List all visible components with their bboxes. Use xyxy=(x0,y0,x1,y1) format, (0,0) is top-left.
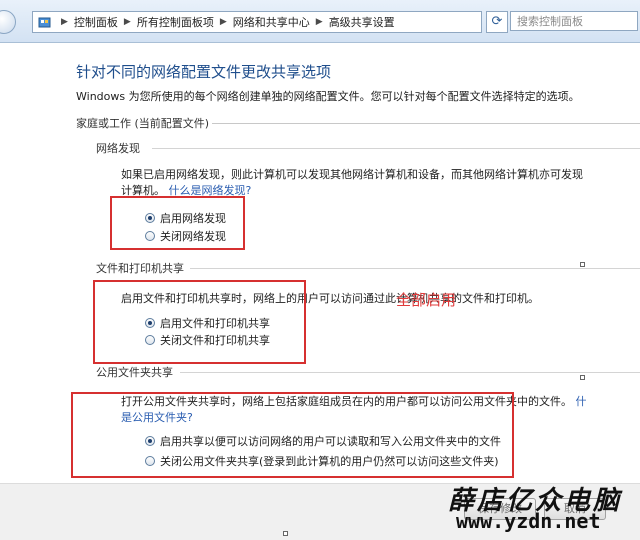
profile-group-title: 家庭或工作 (当前配置文件) xyxy=(76,117,210,130)
network-discovery-title: 网络发现 xyxy=(96,142,140,155)
breadcrumb-item-control-panel[interactable]: 控制面板 xyxy=(74,14,118,30)
resize-handle[interactable] xyxy=(580,375,585,380)
chevron-right-icon: ▶ xyxy=(123,17,131,27)
breadcrumb-item-advanced-sharing[interactable]: 高级共享设置 xyxy=(329,14,395,30)
refresh-icon: ⟳ xyxy=(491,14,503,29)
divider xyxy=(152,148,640,149)
chevron-right-icon: ▶ xyxy=(315,17,323,27)
back-button[interactable] xyxy=(0,10,16,34)
annotation-note: 全部启用 xyxy=(396,291,457,309)
chevron-right-icon: ▶ xyxy=(219,17,227,27)
annotation-box-public-folder xyxy=(71,392,514,478)
divider xyxy=(212,123,640,124)
divider xyxy=(180,372,640,373)
breadcrumb-item-all-items[interactable]: 所有控制面板项 xyxy=(137,14,214,30)
breadcrumb-item-network-center[interactable]: 网络和共享中心 xyxy=(233,14,310,30)
what-is-public-folder-link-start[interactable]: 什 xyxy=(576,395,587,408)
resize-handle[interactable] xyxy=(580,262,585,267)
intro-text: Windows 为您所使用的每个网络创建单独的网络配置文件。您可以针对每个配置文… xyxy=(76,90,580,103)
refresh-button[interactable]: ⟳ xyxy=(486,11,508,33)
public-folder-title: 公用文件夹共享 xyxy=(96,366,173,379)
search-input[interactable]: 搜索控制面板 xyxy=(510,11,638,31)
breadcrumb[interactable]: ▶ 控制面板 ▶ 所有控制面板项 ▶ 网络和共享中心 ▶ 高级共享设置 ▼ xyxy=(32,11,505,33)
divider xyxy=(190,268,640,269)
watermark-url: www.yzdn.net xyxy=(456,509,601,533)
chevron-right-icon: ▶ xyxy=(61,17,68,27)
annotation-box-file-sharing xyxy=(93,280,306,364)
file-sharing-title: 文件和打印机共享 xyxy=(96,262,184,275)
address-bar: ▶ 控制面板 ▶ 所有控制面板项 ▶ 网络和共享中心 ▶ 高级共享设置 ▼ ⟳ … xyxy=(0,0,640,43)
control-panel-icon xyxy=(37,15,51,29)
annotation-box-discovery xyxy=(110,196,245,250)
network-discovery-desc: 如果已启用网络发现，则此计算机可以发现其他网络计算机和设备，而其他网络计算机亦可… xyxy=(121,168,583,181)
page-title: 针对不同的网络配置文件更改共享选项 xyxy=(76,63,332,81)
resize-handle[interactable] xyxy=(283,531,288,536)
